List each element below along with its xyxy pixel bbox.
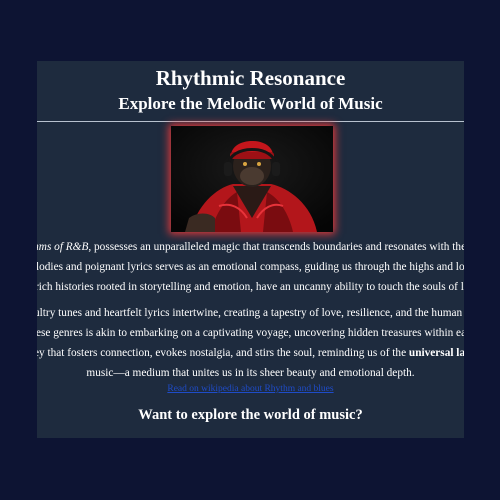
body-text: lodies and poignant lyrics serves as an … <box>37 261 464 273</box>
content-panel: Rhythmic Resonance Explore the Melodic W… <box>37 61 464 438</box>
body-text: , possesses an unparalleled magic that t… <box>88 241 464 253</box>
gorilla-with-headphones-image <box>171 126 333 232</box>
page-subtitle: Explore the Melodic World of Music <box>118 94 383 113</box>
body-line: lodies and poignant lyrics serves as an … <box>37 257 464 277</box>
body-text: rich histories rooted in storytelling an… <box>37 281 464 293</box>
header-divider <box>37 121 464 122</box>
body-line: music—a medium that unites us in its she… <box>37 363 464 383</box>
body-bold-text: universal langu <box>408 347 464 359</box>
body-text: ultry tunes and heartfelt lyrics intertw… <box>37 307 464 319</box>
wikipedia-link-container: Read on wikipedia about Rhythm and blues <box>37 384 464 394</box>
page: Rhythmic Resonance Explore the Melodic W… <box>0 0 500 500</box>
wikipedia-link[interactable]: Read on wikipedia about Rhythm and blues <box>167 384 333 394</box>
body-text: ey that fosters connection, evokes nosta… <box>37 347 409 359</box>
body-line: ese genres is akin to embarking on a cap… <box>37 323 464 343</box>
body-italic-text: thms of R&B <box>37 241 89 253</box>
body-text: ese genres is akin to embarking on a cap… <box>37 327 464 339</box>
body-line: thms of R&B, possesses an unparalleled m… <box>37 237 464 257</box>
article-body: thms of R&B, possesses an unparalleled m… <box>37 237 464 383</box>
body-line: rich histories rooted in storytelling an… <box>37 277 464 297</box>
page-title: Rhythmic Resonance <box>155 66 346 90</box>
body-line: ultry tunes and heartfelt lyrics intertw… <box>37 303 464 323</box>
cta-heading: Want to explore the world of music? <box>138 407 363 423</box>
body-line: ey that fosters connection, evokes nosta… <box>37 343 464 363</box>
body-text: music—a medium that unites us in its she… <box>86 367 415 379</box>
